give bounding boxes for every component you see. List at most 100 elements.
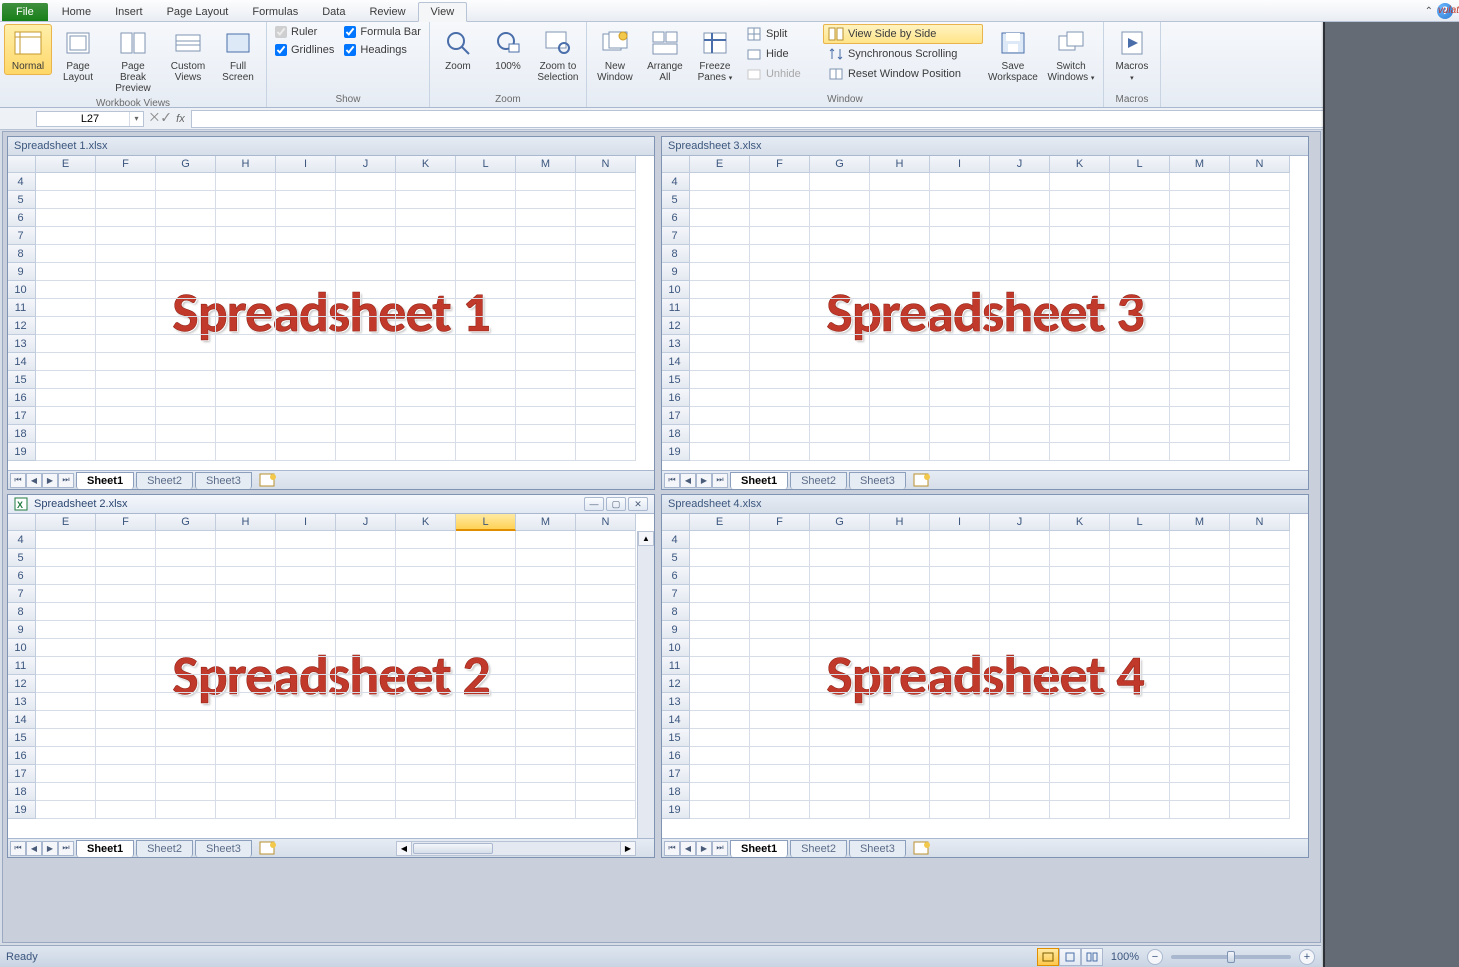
zoom-to-selection-button[interactable]: Zoom to Selection: [534, 24, 582, 86]
cell[interactable]: [576, 425, 636, 443]
row-header[interactable]: 12: [662, 675, 690, 693]
cell[interactable]: [930, 747, 990, 765]
cell[interactable]: [1170, 621, 1230, 639]
cell[interactable]: [1050, 711, 1110, 729]
cell[interactable]: [336, 209, 396, 227]
cell[interactable]: [96, 585, 156, 603]
row-header[interactable]: 4: [662, 173, 690, 191]
cell[interactable]: [576, 191, 636, 209]
row-header[interactable]: 5: [662, 191, 690, 209]
column-header[interactable]: N: [576, 156, 636, 173]
cell[interactable]: [516, 425, 576, 443]
cell[interactable]: [396, 747, 456, 765]
cell[interactable]: [870, 783, 930, 801]
cell[interactable]: [930, 317, 990, 335]
cell[interactable]: [96, 335, 156, 353]
gridlines-checkbox[interactable]: Gridlines: [271, 42, 338, 58]
cell[interactable]: [990, 389, 1050, 407]
cell[interactable]: [930, 765, 990, 783]
row-header[interactable]: 19: [8, 443, 36, 461]
cell[interactable]: [216, 263, 276, 281]
cell[interactable]: [516, 371, 576, 389]
column-header[interactable]: I: [276, 156, 336, 173]
arrange-all-button[interactable]: Arrange All: [641, 24, 689, 86]
cell[interactable]: [1170, 603, 1230, 621]
synchronous-scrolling-button[interactable]: Synchronous Scrolling: [823, 44, 983, 64]
cell[interactable]: [1110, 729, 1170, 747]
cell[interactable]: [456, 263, 516, 281]
tab-review[interactable]: Review: [357, 3, 417, 21]
cell[interactable]: [156, 549, 216, 567]
cell[interactable]: [96, 603, 156, 621]
cell[interactable]: [96, 425, 156, 443]
cell[interactable]: [576, 531, 636, 549]
cell[interactable]: [276, 603, 336, 621]
cell[interactable]: [750, 747, 810, 765]
column-header[interactable]: K: [1050, 156, 1110, 173]
cell[interactable]: [456, 801, 516, 819]
cell[interactable]: [930, 407, 990, 425]
cell[interactable]: [576, 567, 636, 585]
tab-nav-next[interactable]: ▶: [696, 841, 712, 856]
sheet-tab-3[interactable]: Sheet3: [195, 840, 252, 857]
cell[interactable]: [36, 209, 96, 227]
row-header[interactable]: 5: [662, 549, 690, 567]
cell[interactable]: [930, 693, 990, 711]
cell[interactable]: [456, 281, 516, 299]
column-header[interactable]: J: [336, 156, 396, 173]
cell[interactable]: [156, 783, 216, 801]
split-button[interactable]: Split: [741, 24, 821, 44]
workbook-window-1[interactable]: Spreadsheet 1.xlsx Spreadsheet 1 EFGHIJK…: [7, 136, 655, 490]
column-header[interactable]: L: [1110, 156, 1170, 173]
cell[interactable]: [36, 407, 96, 425]
cell[interactable]: [1050, 209, 1110, 227]
column-header[interactable]: E: [690, 514, 750, 531]
column-header[interactable]: M: [1170, 156, 1230, 173]
column-header[interactable]: N: [1230, 156, 1290, 173]
cell[interactable]: [216, 209, 276, 227]
cell[interactable]: [690, 317, 750, 335]
cell[interactable]: [336, 281, 396, 299]
row-header[interactable]: 13: [8, 335, 36, 353]
cell[interactable]: [1170, 245, 1230, 263]
cell[interactable]: [516, 443, 576, 461]
cell[interactable]: [336, 621, 396, 639]
cell[interactable]: [156, 281, 216, 299]
grid[interactable]: ▲ Spreadsheet 2 EFGHIJKLMN45678910111213…: [8, 514, 654, 838]
cell[interactable]: [750, 567, 810, 585]
cell[interactable]: [156, 425, 216, 443]
cell[interactable]: [1170, 747, 1230, 765]
cell[interactable]: [810, 711, 870, 729]
cell[interactable]: [930, 335, 990, 353]
row-header[interactable]: 16: [8, 389, 36, 407]
cell[interactable]: [396, 765, 456, 783]
cell[interactable]: [1170, 585, 1230, 603]
cell[interactable]: [156, 801, 216, 819]
cell[interactable]: [276, 729, 336, 747]
cell[interactable]: [690, 531, 750, 549]
cell[interactable]: [36, 747, 96, 765]
cell[interactable]: [156, 585, 216, 603]
cell[interactable]: [990, 191, 1050, 209]
row-header[interactable]: 12: [662, 317, 690, 335]
cell[interactable]: [516, 353, 576, 371]
cell[interactable]: [1230, 531, 1290, 549]
cell[interactable]: [870, 693, 930, 711]
cell[interactable]: [276, 263, 336, 281]
cell[interactable]: [216, 747, 276, 765]
row-header[interactable]: 13: [662, 693, 690, 711]
cell[interactable]: [870, 317, 930, 335]
row-header[interactable]: 11: [8, 657, 36, 675]
cell[interactable]: [990, 173, 1050, 191]
row-header[interactable]: 9: [662, 263, 690, 281]
cell[interactable]: [96, 567, 156, 585]
column-header[interactable]: F: [96, 514, 156, 531]
column-header[interactable]: H: [216, 514, 276, 531]
cell[interactable]: [870, 747, 930, 765]
cell[interactable]: [750, 209, 810, 227]
cell[interactable]: [156, 693, 216, 711]
column-header[interactable]: H: [870, 156, 930, 173]
tab-nav-first[interactable]: ⏮: [664, 841, 680, 856]
cell[interactable]: [1230, 657, 1290, 675]
cell[interactable]: [750, 389, 810, 407]
